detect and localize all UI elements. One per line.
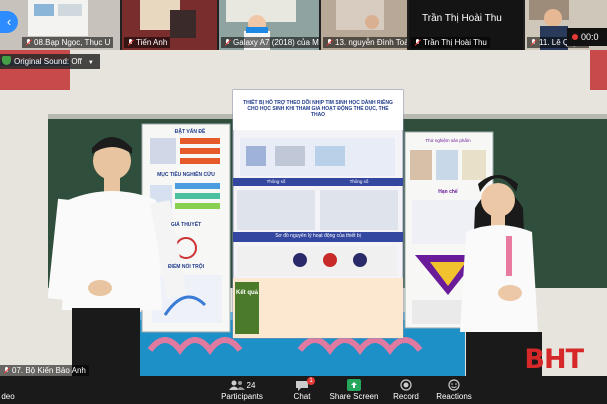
- poster-section-title: MỤC TIÊU NGHIÊN CỨU: [157, 172, 215, 178]
- participant-tile: Galaxy A7 (2018) của Ma...: [219, 0, 319, 50]
- recording-indicator: 00:0: [567, 28, 607, 46]
- main-video: ĐẶT VẤN ĐỀ MỤC TIÊU NGHIÊN CỨU GIẢ THUYẾ…: [0, 50, 607, 376]
- participant-name-text: Tiến Anh: [136, 38, 168, 47]
- share-screen-icon: [326, 378, 382, 392]
- video-button[interactable]: deo: [0, 378, 36, 402]
- chat-button[interactable]: 1 Chat: [274, 377, 330, 402]
- original-sound-toggle[interactable]: Original Sound: Off ▼: [0, 54, 100, 69]
- chat-unread-badge: 1: [307, 377, 315, 385]
- smiley-icon: [426, 378, 482, 392]
- poster-subheading: Thông số: [266, 179, 286, 184]
- poster-title: THIẾT BỊ HỖ TRỢ THEO DÕI NHỊP TIM SINH H…: [243, 100, 393, 118]
- participants-count: 24: [246, 380, 256, 390]
- participant-name-text: 13. nguyễn Đình Toàn: [335, 38, 407, 47]
- presentation-scene: [0, 50, 607, 376]
- participant-tile: Tiến Anh: [122, 0, 217, 50]
- meeting-toolbar: deo 24 Participants 1 Chat Share Screen: [0, 376, 607, 404]
- poster-section-title: Hạn chế: [438, 189, 458, 195]
- share-screen-button[interactable]: Share Screen: [326, 378, 382, 402]
- share-screen-label: Share Screen: [329, 392, 379, 401]
- participant-name: 13. nguyễn Đình Toàn: [323, 37, 407, 48]
- participant-name-text: 08.Bạp Ngọc, Thục U: [34, 38, 111, 47]
- shield-icon: [2, 56, 11, 65]
- mic-muted-icon: [3, 367, 10, 374]
- mic-muted-icon: [326, 39, 333, 46]
- zoom-meeting-window: ‹ 08.Bạp Ngọc, Thục U Tiến Anh Galaxy A7…: [0, 0, 607, 404]
- reactions-label: Reactions: [436, 392, 472, 401]
- mic-muted-icon: [414, 39, 421, 46]
- chevron-down-icon: ▼: [87, 60, 94, 66]
- active-speaker-name-text: 07. Bộ Kiến Bảo Anh: [12, 366, 86, 375]
- poster-result-label: Kết quả: [235, 290, 258, 296]
- participants-button[interactable]: 24 Participants: [214, 378, 270, 402]
- participant-display-name: Trần Thị Hoài Thu: [422, 13, 502, 24]
- mic-muted-icon: [25, 39, 32, 46]
- poster-section-title: GIẢ THUYẾT: [170, 222, 202, 228]
- mic-muted-icon: [127, 39, 134, 46]
- participant-tile: 13. nguyễn Đình Toàn: [321, 0, 407, 50]
- participants-icon: 24: [214, 378, 270, 392]
- participant-name: Tiến Anh: [124, 37, 171, 48]
- participant-name: Galaxy A7 (2018) của Ma...: [221, 37, 319, 48]
- active-speaker-name: 07. Bộ Kiến Bảo Anh: [0, 365, 89, 376]
- poster-subheading: Thông số: [349, 179, 369, 184]
- participant-name: 08.Bạp Ngọc, Thục U: [22, 37, 114, 48]
- channel-watermark-logo: BHT: [524, 344, 584, 375]
- chat-label: Chat: [293, 392, 311, 401]
- poster-section-title: ĐIỂM NỔI TRỘI: [167, 264, 205, 270]
- mic-muted-icon: [224, 39, 231, 46]
- video-icon: [0, 378, 36, 392]
- participant-gallery-strip: ‹ 08.Bạp Ngọc, Thục U Tiến Anh Galaxy A7…: [0, 0, 607, 50]
- poster-subheading: Sơ đồ nguyên lý hoạt động của thiết bị: [275, 233, 361, 239]
- poster-section-title: ĐẶT VẤN ĐỀ: [174, 129, 206, 135]
- participant-tile-active: Trần Thị Hoài Thu Trần Thị Hoài Thu: [409, 0, 523, 50]
- participant-name-text: Galaxy A7 (2018) của Ma...: [233, 38, 319, 47]
- mic-muted-icon: [530, 39, 537, 46]
- video-button-label: deo: [1, 392, 15, 401]
- reactions-button[interactable]: Reactions: [426, 378, 482, 402]
- participant-name-text: Trần Thị Hoài Thu: [423, 38, 487, 47]
- original-sound-label: Original Sound: Off: [14, 57, 82, 66]
- participants-label: Participants: [221, 392, 263, 401]
- recording-time: 00:0: [581, 32, 599, 42]
- participant-name: Trần Thị Hoài Thu: [411, 37, 490, 48]
- poster-section-title: Thử nghiệm sản phẩm: [425, 138, 471, 143]
- chat-icon: [274, 378, 330, 392]
- participant-tile: 08.Bạp Ngọc, Thục U: [20, 0, 120, 50]
